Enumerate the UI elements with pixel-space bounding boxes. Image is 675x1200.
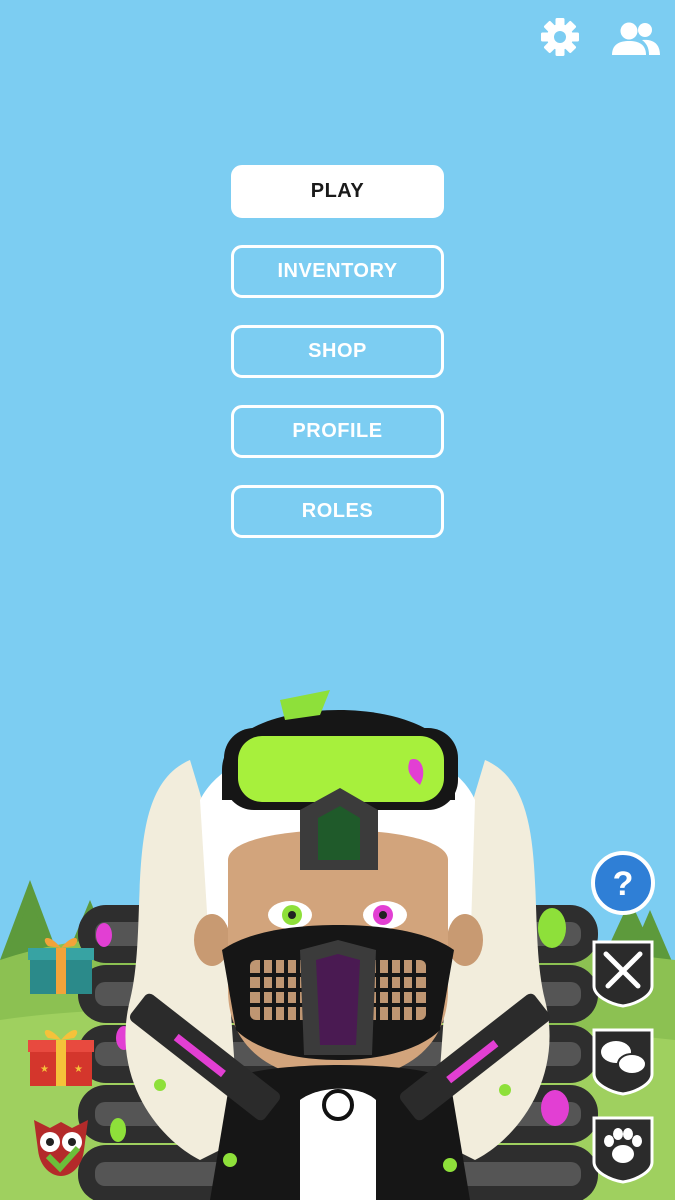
gift-box-teal-icon[interactable] (26, 928, 96, 998)
chat-bubbles-icon[interactable] (588, 1026, 658, 1096)
profile-button[interactable]: PROFILE (231, 405, 444, 458)
roles-button[interactable]: ROLES (231, 485, 444, 538)
paw-icon[interactable] (588, 1114, 658, 1184)
character-avatar (125, 690, 551, 1200)
play-button[interactable]: PLAY (231, 165, 444, 218)
inventory-button[interactable]: INVENTORY (231, 245, 444, 298)
gift-box-red-icon[interactable]: ★ ★ (26, 1020, 96, 1090)
friends-icon[interactable] (608, 14, 660, 66)
crossed-swords-icon[interactable] (588, 938, 658, 1008)
owl-emblem-icon[interactable] (26, 1110, 96, 1180)
help-icon[interactable]: ? (590, 850, 660, 920)
svg-text:?: ? (613, 865, 634, 903)
svg-text:★: ★ (74, 1064, 83, 1075)
gear-icon[interactable] (534, 14, 586, 66)
character-scene (0, 690, 675, 1200)
svg-text:★: ★ (40, 1064, 49, 1075)
shop-button[interactable]: SHOP (231, 325, 444, 378)
